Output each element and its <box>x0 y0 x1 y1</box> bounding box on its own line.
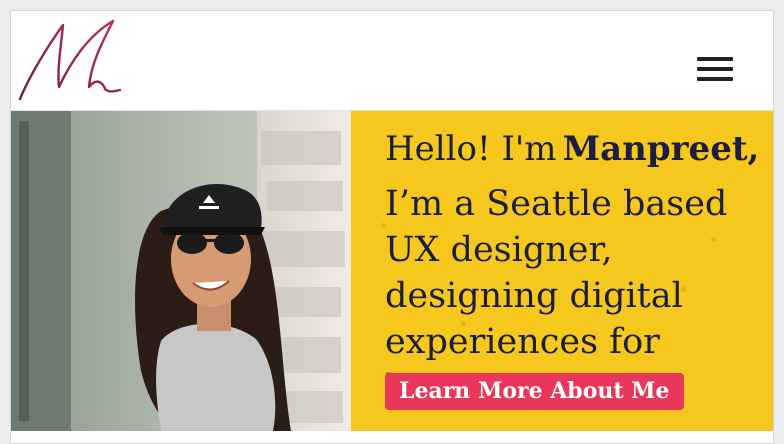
logo-m-icon[interactable] <box>17 17 121 101</box>
hero-section: Hello! I'm Manpreet, I’m a Seattle based … <box>11 111 773 431</box>
learn-more-button[interactable]: Learn More About Me <box>385 373 684 410</box>
profile-photo <box>11 111 351 431</box>
page-frame: Hello! I'm Manpreet, I’m a Seattle based … <box>10 10 774 444</box>
hamburger-menu-icon[interactable] <box>695 55 735 83</box>
greeting-name: Manpreet, <box>562 129 760 169</box>
hero-text-panel: Hello! I'm Manpreet, I’m a Seattle based … <box>351 111 773 431</box>
hero-greeting: Hello! I'm Manpreet, <box>385 129 759 169</box>
site-header <box>11 11 773 111</box>
greeting-text: Hello! I'm <box>385 129 557 169</box>
